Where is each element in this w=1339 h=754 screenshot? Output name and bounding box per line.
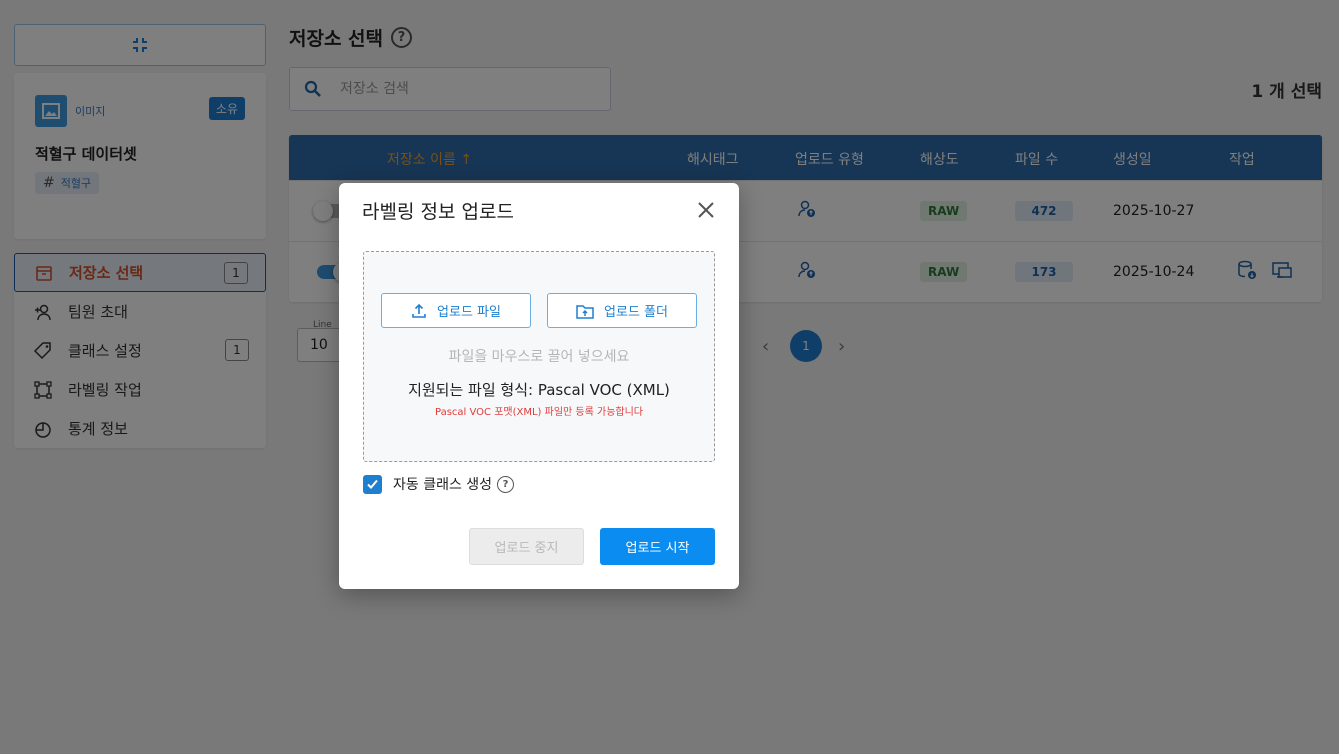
file-dropzone[interactable]: 업로드 파일 업로드 폴더 파일을 마우스로 끌어 넣으세요 지원되는 파일 형… xyxy=(363,251,715,462)
upload-file-label: 업로드 파일 xyxy=(437,305,501,320)
stop-upload-button[interactable]: 업로드 중지 xyxy=(469,528,584,565)
auto-class-label: 자동 클래스 생성 xyxy=(393,477,493,493)
upload-file-button[interactable]: 업로드 파일 xyxy=(381,293,531,328)
drop-hint: 파일을 마우스로 끌어 넣으세요 xyxy=(448,349,630,365)
auto-class-option: 자동 클래스 생성 ? xyxy=(363,474,515,494)
app-root: 이미지 소유 적혈구 데이터셋 # 적혈구 저장소 선택 1 팀원 초대 xyxy=(0,0,1339,754)
close-icon[interactable] xyxy=(695,199,717,221)
format-warning: Pascal VOC 포맷(XML) 파일만 등록 가능합니다 xyxy=(435,407,643,418)
auto-class-checkbox[interactable] xyxy=(363,474,382,494)
help-icon[interactable]: ? xyxy=(497,475,515,493)
supported-format: 지원되는 파일 형식: Pascal VOC (XML) xyxy=(408,381,670,399)
start-upload-button[interactable]: 업로드 시작 xyxy=(600,528,715,565)
upload-folder-label: 업로드 폴더 xyxy=(604,305,668,320)
upload-folder-button[interactable]: 업로드 폴더 xyxy=(547,293,697,328)
check-icon xyxy=(367,479,378,489)
upload-icon xyxy=(412,303,426,318)
upload-label-modal: 라벨링 정보 업로드 업로드 파일 업로드 폴더 파일을 마우스로 끌어 넣으세… xyxy=(339,183,739,589)
folder-upload-icon xyxy=(576,304,594,319)
modal-title: 라벨링 정보 업로드 xyxy=(362,201,514,223)
